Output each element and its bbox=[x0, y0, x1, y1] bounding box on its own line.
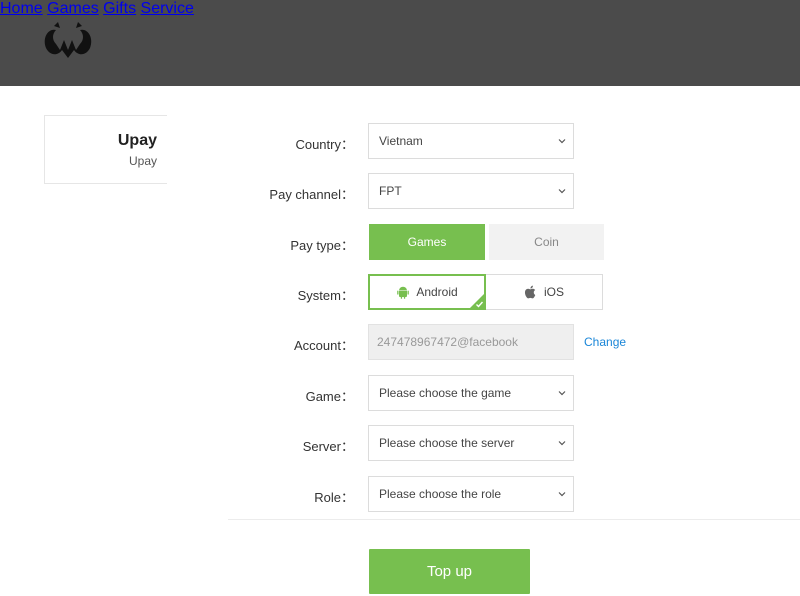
nav-gifts[interactable]: Gifts bbox=[103, 0, 136, 17]
system-android-button[interactable]: Android bbox=[368, 274, 486, 310]
payment-method-card[interactable]: Upay Upay bbox=[44, 115, 167, 184]
chevron-down-icon bbox=[558, 139, 566, 144]
android-icon bbox=[397, 286, 410, 299]
account-value: 247478967472@facebook bbox=[377, 335, 518, 349]
top-up-button[interactable]: Top up bbox=[369, 549, 530, 594]
nav-games[interactable]: Games bbox=[47, 0, 99, 17]
pay-type-coin-button[interactable]: Coin bbox=[489, 224, 604, 260]
payment-method-name: Upay bbox=[117, 132, 157, 149]
brand-logo-icon[interactable] bbox=[40, 20, 96, 60]
chevron-down-icon bbox=[558, 189, 566, 194]
change-account-link[interactable]: Change bbox=[584, 335, 626, 349]
nav-service[interactable]: Service bbox=[141, 0, 194, 17]
chevron-down-icon bbox=[558, 492, 566, 497]
system-ios-button[interactable]: iOS bbox=[486, 274, 603, 310]
country-value: Vietnam bbox=[379, 134, 423, 148]
account-label: Account： bbox=[294, 338, 354, 353]
nav-home[interactable]: Home bbox=[0, 0, 43, 17]
game-select[interactable]: Please choose the game bbox=[368, 375, 574, 411]
pay-channel-label: Pay channel： bbox=[269, 187, 354, 202]
pay-channel-value: FPT bbox=[379, 184, 402, 198]
form-divider bbox=[228, 519, 800, 520]
server-select[interactable]: Please choose the server bbox=[368, 425, 574, 461]
pay-channel-select[interactable]: FPT bbox=[368, 173, 574, 209]
server-label: Server： bbox=[302, 439, 354, 454]
country-label: Country： bbox=[295, 137, 354, 152]
top-bar: Home Games Gifts Service bbox=[0, 0, 800, 86]
country-select[interactable]: Vietnam bbox=[368, 123, 574, 159]
payment-method-sub: Upay bbox=[128, 154, 157, 168]
role-placeholder: Please choose the role bbox=[379, 487, 502, 501]
apple-icon bbox=[524, 285, 536, 299]
role-select[interactable]: Please choose the role bbox=[368, 476, 574, 512]
game-placeholder: Please choose the game bbox=[379, 386, 512, 400]
chevron-down-icon bbox=[558, 441, 566, 446]
pay-type-games-button[interactable]: Games bbox=[369, 224, 485, 260]
account-field: 247478967472@facebook bbox=[368, 324, 574, 360]
selected-check-icon bbox=[469, 293, 485, 309]
role-label: Role： bbox=[314, 490, 354, 505]
chevron-down-icon bbox=[558, 391, 566, 396]
server-placeholder: Please choose the server bbox=[379, 436, 515, 450]
pay-type-label: Pay type： bbox=[290, 238, 354, 253]
system-label: System： bbox=[297, 288, 354, 303]
game-label: Game： bbox=[305, 389, 354, 404]
